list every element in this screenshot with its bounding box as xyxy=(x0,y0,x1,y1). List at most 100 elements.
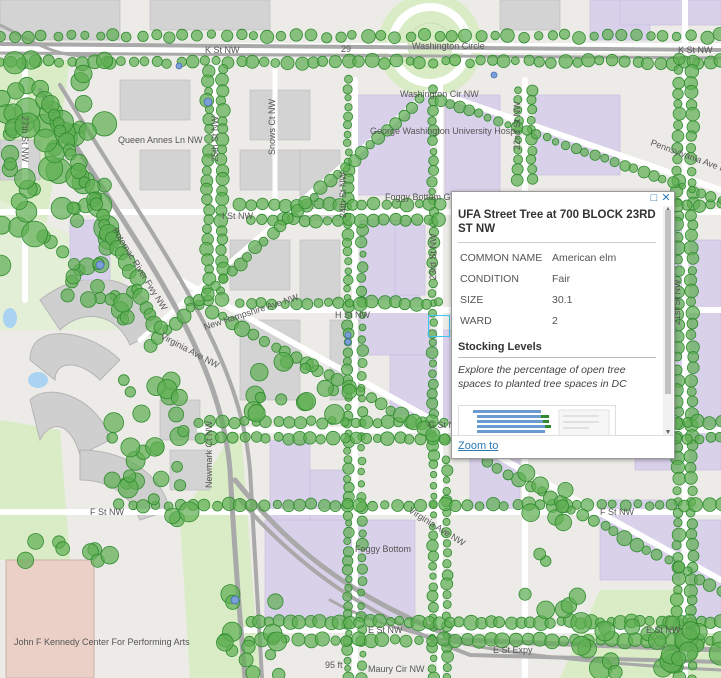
tree-marker[interactable] xyxy=(325,430,341,446)
tree-marker[interactable] xyxy=(289,28,303,42)
tree-marker[interactable] xyxy=(684,228,698,242)
tree-marker[interactable] xyxy=(572,31,586,45)
tree-marker[interactable] xyxy=(342,347,354,358)
tree-marker[interactable] xyxy=(204,104,215,114)
tree-marker[interactable] xyxy=(342,246,353,257)
tree-marker[interactable] xyxy=(103,412,124,433)
tree-marker[interactable] xyxy=(669,592,684,607)
tree-marker[interactable] xyxy=(637,165,651,179)
tree-marker[interactable] xyxy=(696,188,707,199)
tree-marker[interactable] xyxy=(673,406,685,418)
tree-marker[interactable] xyxy=(359,250,367,258)
tree-marker[interactable] xyxy=(16,551,35,569)
tree-marker[interactable] xyxy=(332,296,345,309)
tree-marker[interactable] xyxy=(672,471,687,486)
tree-marker[interactable] xyxy=(589,149,601,161)
tree-marker[interactable] xyxy=(272,499,282,509)
tree-marker[interactable] xyxy=(687,219,699,231)
tree-marker[interactable] xyxy=(428,58,439,69)
tree-marker[interactable] xyxy=(431,212,446,227)
tree-marker[interactable] xyxy=(343,446,352,455)
tree-marker[interactable] xyxy=(426,176,438,188)
tree-marker[interactable] xyxy=(318,499,331,512)
tree-marker[interactable] xyxy=(295,56,310,71)
tree-marker[interactable] xyxy=(628,163,639,173)
tree-marker[interactable] xyxy=(345,519,353,527)
tree-marker[interactable] xyxy=(316,379,334,397)
tree-marker[interactable] xyxy=(442,590,452,600)
tree-marker[interactable] xyxy=(344,267,352,275)
tree-marker[interactable] xyxy=(475,55,486,66)
tree-marker[interactable] xyxy=(256,197,269,211)
tree-marker[interactable] xyxy=(576,508,589,522)
tree-marker[interactable] xyxy=(291,614,306,630)
tree-marker[interactable] xyxy=(185,54,200,69)
tree-marker[interactable] xyxy=(685,209,697,222)
tree-marker[interactable] xyxy=(129,56,140,67)
tree-marker[interactable] xyxy=(380,431,395,446)
tree-marker[interactable] xyxy=(687,661,698,671)
tree-marker[interactable] xyxy=(673,517,683,528)
tree-marker[interactable] xyxy=(96,31,106,41)
tree-marker[interactable] xyxy=(683,449,698,464)
tree-marker[interactable] xyxy=(350,431,363,445)
tree-marker[interactable] xyxy=(67,258,81,271)
tree-marker[interactable] xyxy=(218,64,229,75)
tree-marker[interactable] xyxy=(687,166,697,177)
tree-marker[interactable] xyxy=(650,548,663,561)
tree-marker[interactable] xyxy=(681,433,693,445)
tree-marker[interactable] xyxy=(705,431,717,443)
tree-marker[interactable] xyxy=(164,507,181,525)
tree-marker[interactable] xyxy=(525,154,537,165)
tree-marker[interactable] xyxy=(206,29,216,39)
tree-marker[interactable] xyxy=(664,555,674,565)
tree-marker[interactable] xyxy=(687,351,699,363)
tree-marker[interactable] xyxy=(526,94,537,105)
tree-marker[interactable] xyxy=(686,252,700,265)
tree-marker[interactable] xyxy=(558,54,573,69)
tree-marker[interactable] xyxy=(443,548,453,558)
tree-marker[interactable] xyxy=(434,297,444,307)
tree-marker[interactable] xyxy=(355,285,367,297)
tree-marker[interactable] xyxy=(95,51,114,70)
tree-marker[interactable] xyxy=(366,392,377,404)
tree-marker[interactable] xyxy=(258,499,271,512)
tree-marker[interactable] xyxy=(430,492,438,500)
tree-marker[interactable] xyxy=(90,279,105,294)
tree-marker[interactable] xyxy=(496,54,511,68)
tree-marker[interactable] xyxy=(434,31,446,42)
tree-marker[interactable] xyxy=(304,28,318,42)
tree-marker[interactable] xyxy=(686,518,698,530)
tree-marker[interactable] xyxy=(641,545,651,555)
tree-marker[interactable] xyxy=(273,431,284,442)
tree-marker[interactable] xyxy=(671,651,687,667)
tree-marker[interactable] xyxy=(673,265,685,277)
tree-marker[interactable] xyxy=(214,431,227,444)
tree-marker[interactable] xyxy=(356,199,367,211)
tree-marker[interactable] xyxy=(648,170,660,182)
tree-marker[interactable] xyxy=(513,154,523,165)
tree-marker[interactable] xyxy=(239,431,251,443)
tree-marker[interactable] xyxy=(132,404,151,423)
tree-marker[interactable] xyxy=(442,487,451,496)
tree-marker[interactable] xyxy=(241,639,256,654)
tree-marker[interactable] xyxy=(672,486,682,496)
tree-marker[interactable] xyxy=(544,633,560,650)
tree-marker[interactable] xyxy=(493,116,504,127)
tree-marker[interactable] xyxy=(3,157,17,171)
tree-marker[interactable] xyxy=(343,656,352,665)
tree-marker[interactable] xyxy=(281,212,294,225)
tree-marker[interactable] xyxy=(203,204,216,217)
tree-marker[interactable] xyxy=(100,546,119,565)
tree-marker[interactable] xyxy=(608,526,619,537)
tree-marker[interactable] xyxy=(526,84,539,97)
tree-marker[interactable] xyxy=(161,58,172,69)
tree-marker[interactable] xyxy=(428,155,439,167)
tree-marker[interactable] xyxy=(356,371,367,381)
tree-marker[interactable] xyxy=(343,111,354,122)
tree-marker[interactable] xyxy=(89,197,104,211)
tree-marker[interactable] xyxy=(672,107,687,121)
tree-marker[interactable] xyxy=(359,415,374,429)
tree-marker[interactable] xyxy=(211,55,221,65)
tree-marker[interactable] xyxy=(521,125,533,136)
